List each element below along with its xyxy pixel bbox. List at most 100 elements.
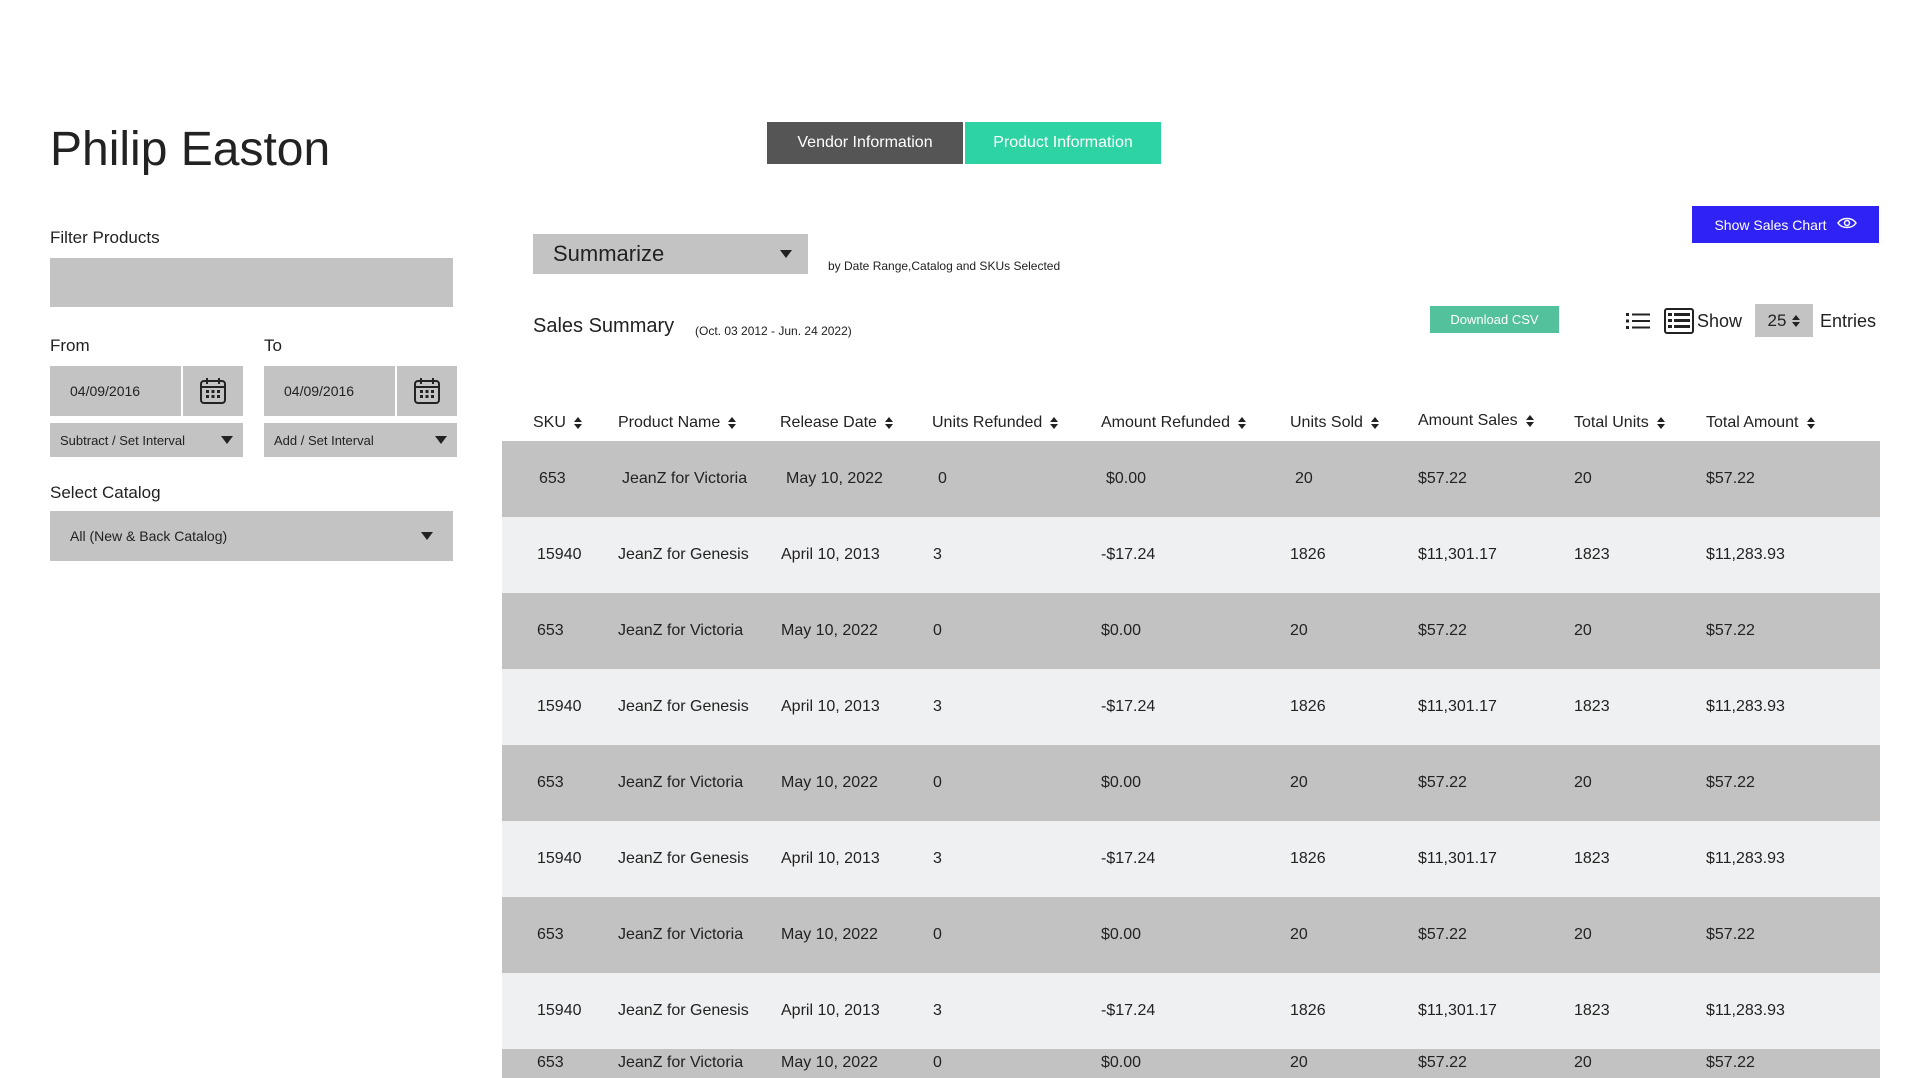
- cell-total-amount: $11,283.93: [1706, 850, 1785, 867]
- table-row[interactable]: 15940 JeanZ for Genesis April 10, 2013 3…: [502, 973, 1880, 1049]
- entries-label: Entries: [1820, 311, 1877, 331]
- cell-release-date: May 10, 2022: [781, 926, 878, 943]
- cell-units-sold: 20: [1290, 622, 1308, 639]
- from-label: From: [50, 336, 90, 355]
- calendar-icon[interactable]: [395, 366, 457, 416]
- to-interval-select[interactable]: Add / Set Interval: [264, 423, 457, 457]
- table-row[interactable]: 653 JeanZ for Victoria May 10, 2022 0 $0…: [502, 441, 1880, 517]
- table-row[interactable]: 15940 JeanZ for Genesis April 10, 2013 3…: [502, 517, 1880, 593]
- calendar-icon[interactable]: [181, 366, 243, 416]
- from-date-field[interactable]: 04/09/2016: [50, 366, 243, 416]
- sort-icon: [884, 417, 893, 429]
- cell-sku: 15940: [537, 698, 582, 715]
- column-header-label: Total Amount: [1706, 414, 1799, 431]
- tab-vendor-information[interactable]: Vendor Information: [767, 122, 963, 164]
- cell-total-units: 1823: [1574, 698, 1610, 715]
- cell-sku: 15940: [537, 850, 582, 867]
- table-row[interactable]: 653 JeanZ for Victoria May 10, 2022 0 $0…: [502, 897, 1880, 973]
- entries-select[interactable]: 25: [1755, 304, 1813, 337]
- vendor-name: Philip Easton: [50, 123, 331, 176]
- list-view-icon[interactable]: [1623, 307, 1653, 335]
- cell-product-name: JeanZ for Victoria: [618, 1054, 744, 1071]
- summarize-select[interactable]: Summarize: [533, 234, 808, 274]
- cell-units-sold: 20: [1290, 1054, 1308, 1071]
- cell-units-refunded: 0: [933, 1054, 942, 1071]
- sort-icon: [728, 417, 737, 429]
- cell-units-sold: 1826: [1290, 546, 1326, 563]
- cell-total-units: 1823: [1574, 850, 1610, 867]
- cell-units-refunded: 0: [938, 470, 947, 487]
- column-header-product-name[interactable]: Product Name: [618, 414, 737, 432]
- entries-value: 25: [1767, 310, 1787, 330]
- stepper-arrows-icon: [1792, 314, 1801, 327]
- from-interval-select[interactable]: Subtract / Set Interval: [50, 423, 243, 457]
- table-row[interactable]: 653 JeanZ for Victoria May 10, 2022 0 $0…: [502, 745, 1880, 821]
- column-header-units-sold[interactable]: Units Sold: [1290, 414, 1379, 432]
- table-row[interactable]: 15940 JeanZ for Genesis April 10, 2013 3…: [502, 821, 1880, 897]
- column-header-total-amount[interactable]: Total Amount: [1706, 414, 1815, 432]
- dropdown-arrow-icon: [421, 532, 433, 540]
- cell-amount-sales: $11,301.17: [1418, 546, 1497, 563]
- column-header-sku[interactable]: SKU: [533, 414, 582, 432]
- table-view-icon[interactable]: [1664, 307, 1694, 335]
- cell-amount-refunded: $0.00: [1106, 470, 1147, 487]
- cell-total-amount: $57.22: [1706, 774, 1755, 791]
- to-date-field[interactable]: 04/09/2016: [264, 366, 457, 416]
- cell-release-date: May 10, 2022: [786, 470, 883, 487]
- column-header-amount-refunded[interactable]: Amount Refunded: [1101, 414, 1246, 432]
- table-row[interactable]: 653 JeanZ for Victoria May 10, 2022 0 $0…: [502, 593, 1880, 669]
- sort-icon: [1525, 415, 1534, 427]
- sort-icon: [1050, 417, 1059, 429]
- eye-icon: [1836, 216, 1857, 233]
- tab-product-information[interactable]: Product Information: [965, 122, 1161, 164]
- cell-product-name: JeanZ for Victoria: [618, 622, 744, 639]
- column-header-label: Release Date: [780, 414, 877, 431]
- cell-units-refunded: 3: [933, 698, 942, 715]
- table-row[interactable]: 653 JeanZ for Victoria May 10, 2022 0 $0…: [502, 1049, 1880, 1078]
- cell-product-name: JeanZ for Genesis: [618, 1002, 749, 1019]
- cell-units-refunded: 3: [933, 850, 942, 867]
- show-sales-chart-label: Show Sales Chart: [1714, 216, 1827, 233]
- cell-sku: 653: [537, 926, 564, 943]
- cell-total-units: 1823: [1574, 1002, 1610, 1019]
- column-header-label: Units Sold: [1290, 414, 1363, 431]
- column-header-label: Amount Refunded: [1101, 414, 1230, 431]
- show-label: Show: [1697, 311, 1743, 331]
- from-date-value[interactable]: 04/09/2016: [50, 366, 181, 416]
- cell-product-name: JeanZ for Genesis: [618, 546, 749, 563]
- filter-products-input[interactable]: [50, 258, 453, 307]
- cell-total-amount: $11,283.93: [1706, 698, 1785, 715]
- cell-units-sold: 1826: [1290, 698, 1326, 715]
- cell-units-refunded: 3: [933, 546, 942, 563]
- column-header-units-refunded[interactable]: Units Refunded: [932, 414, 1059, 432]
- cell-units-sold: 20: [1290, 774, 1308, 791]
- table-row[interactable]: 15940 JeanZ for Genesis April 10, 2013 3…: [502, 669, 1880, 745]
- to-label: To: [264, 336, 282, 355]
- sort-icon: [1237, 417, 1246, 429]
- sort-icon: [1806, 417, 1815, 429]
- cell-sku: 653: [537, 1054, 564, 1071]
- catalog-select[interactable]: All (New & Back Catalog): [50, 511, 453, 561]
- cell-total-units: 20: [1574, 1054, 1592, 1071]
- cell-sku: 653: [539, 470, 566, 487]
- cell-total-amount: $57.22: [1706, 622, 1755, 639]
- cell-amount-refunded: -$17.24: [1101, 850, 1156, 867]
- column-header-amount-sales[interactable]: Amount Sales: [1418, 412, 1534, 430]
- cell-release-date: May 10, 2022: [781, 1054, 878, 1071]
- cell-amount-refunded: $0.00: [1101, 622, 1142, 639]
- cell-product-name: JeanZ for Victoria: [622, 470, 748, 487]
- cell-amount-sales: $57.22: [1418, 926, 1467, 943]
- download-csv-button[interactable]: Download CSV: [1430, 306, 1559, 333]
- cell-units-sold: 1826: [1290, 850, 1326, 867]
- column-header-label: SKU: [533, 414, 566, 431]
- cell-release-date: April 10, 2013: [781, 546, 880, 563]
- show-sales-chart-button[interactable]: Show Sales Chart: [1692, 206, 1879, 243]
- cell-release-date: April 10, 2013: [781, 1002, 880, 1019]
- cell-product-name: JeanZ for Victoria: [618, 774, 744, 791]
- column-header-release-date[interactable]: Release Date: [780, 414, 893, 432]
- cell-total-units: 20: [1574, 470, 1592, 487]
- cell-sku: 653: [537, 774, 564, 791]
- column-header-total-units[interactable]: Total Units: [1574, 414, 1665, 432]
- to-date-value[interactable]: 04/09/2016: [264, 366, 395, 416]
- cell-sku: 15940: [537, 1002, 582, 1019]
